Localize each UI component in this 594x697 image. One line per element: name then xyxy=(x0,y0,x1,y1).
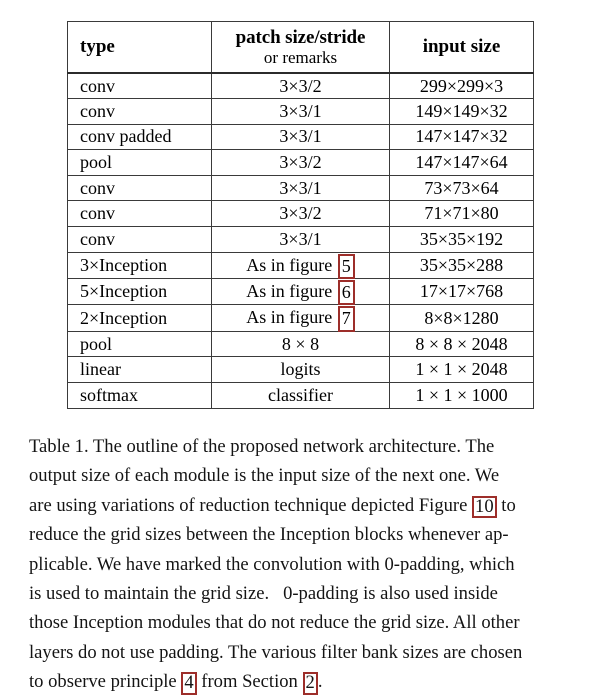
table-row: 2×Inception As in figure 7 8×8×1280 xyxy=(67,304,534,332)
cell-patch-size: classifier xyxy=(211,381,390,409)
table-row: pool 8 × 88 × 8 × 2048 xyxy=(67,330,534,358)
cell-layer-type: 2×Inception xyxy=(67,304,212,332)
caption-line-text-mid: from Section xyxy=(201,671,298,693)
caption-line-text: are using variations of reduction techni… xyxy=(29,494,468,516)
table-row: conv 3×3/2 299×299×3 xyxy=(67,72,534,100)
caption-line-text-tail: to xyxy=(501,494,516,516)
table-row: softmax classifier 1 × 1 × 1000 xyxy=(67,381,534,409)
column-header-patch-size-line2: or remarks xyxy=(263,47,338,67)
cell-patch-size: logits xyxy=(211,356,390,383)
table-row: 3×Inception As in figure 5 35×35×288 xyxy=(67,251,534,280)
architecture-table: type patch size/stride or remarks input … xyxy=(67,21,534,409)
cell-patch-size: 3×3/2 xyxy=(211,149,390,176)
caption-line-text: to observe principle xyxy=(29,671,177,693)
caption-line-text: reduce the grid sizes between the Incept… xyxy=(29,524,509,546)
paper-page: type patch size/stride or remarks input … xyxy=(0,0,594,695)
caption-line-text-tail: We xyxy=(474,465,500,487)
cell-input-size: 8 × 8 × 2048 xyxy=(389,330,534,358)
cell-layer-type: 3×Inception xyxy=(67,251,212,280)
cell-patch-size: As in figure 6 xyxy=(211,278,390,306)
column-header-patch-size-line1: patch size/stride xyxy=(235,26,366,48)
cell-input-size: 147×147×64 xyxy=(389,149,534,176)
caption-line: those Inception modules that do not redu… xyxy=(29,608,566,637)
cell-input-size: 147×147×32 xyxy=(389,123,534,151)
cell-layer-type: conv xyxy=(67,200,212,228)
cell-patch-size-text: As in figure xyxy=(246,254,333,275)
cell-layer-type: 5×Inception xyxy=(67,278,212,306)
table-header: type patch size/stride or remarks input … xyxy=(67,21,534,74)
cell-patch-size-text: As in figure xyxy=(246,307,333,328)
cell-layer-type: linear xyxy=(67,356,212,383)
cell-patch-size-text: As in figure xyxy=(246,281,333,302)
table-row: pool 3×3/2 147×147×64 xyxy=(67,149,534,176)
cell-layer-type: softmax xyxy=(67,381,212,409)
cell-patch-size: 3×3/2 xyxy=(211,72,390,100)
caption-line: is used to maintain the grid size. 0-pad… xyxy=(29,579,566,608)
cell-patch-size: As in figure 5 xyxy=(211,251,390,280)
caption-line: reduce the grid sizes between the Incept… xyxy=(29,520,566,549)
caption-line-text: Table 1. The outline of the proposed net… xyxy=(29,436,462,457)
table-row: conv 3×3/2 71×71×80 xyxy=(67,200,534,228)
cell-input-size: 17×17×768 xyxy=(389,278,534,306)
cell-patch-size: 3×3/1 xyxy=(211,98,390,125)
cell-input-size: 71×71×80 xyxy=(389,200,534,228)
cell-patch-size: 3×3/1 xyxy=(211,123,390,151)
cell-input-size: 8×8×1280 xyxy=(389,304,534,332)
cell-patch-size: 3×3/2 xyxy=(211,200,390,228)
cell-patch-size: 8 × 8 xyxy=(211,330,390,358)
table-row: 5×Inception As in figure 6 17×17×768 xyxy=(67,278,534,306)
cell-patch-size: 3×3/1 xyxy=(211,226,390,253)
caption-line: Table 1. The outline of the proposed net… xyxy=(29,432,566,461)
cell-input-size: 149×149×32 xyxy=(389,98,534,125)
column-header-input-size: input size xyxy=(389,21,534,74)
figure-reference-link[interactable]: 10 xyxy=(472,495,497,519)
caption-period: . xyxy=(317,671,323,693)
cell-input-size: 1 × 1 × 2048 xyxy=(389,356,534,383)
caption-line: output size of each module is the input … xyxy=(29,461,566,490)
cell-layer-type: pool xyxy=(67,330,212,358)
caption-line-text: those Inception modules that do not redu… xyxy=(29,612,520,634)
architecture-table-container: type patch size/stride or remarks input … xyxy=(67,21,534,409)
column-header-patch-size: patch size/stride or remarks xyxy=(211,21,390,74)
cell-input-size: 35×35×288 xyxy=(389,251,534,280)
table-caption: Table 1. The outline of the proposed net… xyxy=(29,432,566,697)
cell-layer-type: pool xyxy=(67,149,212,176)
cell-layer-type: conv xyxy=(67,98,212,125)
cell-layer-type: conv xyxy=(67,174,212,202)
table-row: conv 3×3/1 149×149×32 xyxy=(67,98,534,125)
caption-line-text: output size of each module is the input … xyxy=(29,465,471,487)
caption-line-text: is used to maintain the grid size. 0-pad… xyxy=(29,583,498,605)
table-row: conv 3×3/1 73×73×64 xyxy=(67,174,534,202)
table-row: conv 3×3/1 35×35×192 xyxy=(67,226,534,253)
column-header-type: type xyxy=(67,21,212,74)
caption-line: plicable. We have marked the convolution… xyxy=(29,550,566,579)
table-body: conv 3×3/2 299×299×3 conv 3×3/1 149×149×32 con… xyxy=(67,72,534,409)
cell-patch-size: 3×3/1 xyxy=(211,174,390,202)
cell-patch-size: As in figure 7 xyxy=(211,304,390,332)
table-row: conv padded 3×3/1 147×147×32 xyxy=(67,123,534,151)
caption-line: to observe principle 4 from Section 2. xyxy=(29,667,566,696)
figure-reference-link[interactable]: 7 xyxy=(337,306,355,332)
caption-line-text: plicable. We have marked the convolution… xyxy=(29,553,515,575)
cell-input-size: 299×299×3 xyxy=(389,72,534,100)
cell-input-size: 73×73×64 xyxy=(389,174,534,202)
table-header-row: type patch size/stride or remarks input … xyxy=(67,21,534,74)
caption-line: layers do not use padding. The various f… xyxy=(29,638,566,667)
cell-input-size: 1 × 1 × 1000 xyxy=(389,381,534,409)
caption-line-text: layers do not use padding. The various f… xyxy=(29,641,523,663)
caption-line-text-tail: The xyxy=(465,436,495,457)
figure-reference-link[interactable]: 6 xyxy=(337,280,355,306)
figure-reference-link[interactable]: 5 xyxy=(337,253,355,280)
cell-layer-type: conv xyxy=(67,226,212,253)
caption-line: are using variations of reduction techni… xyxy=(29,491,566,520)
cell-layer-type: conv xyxy=(67,72,212,100)
cell-input-size: 35×35×192 xyxy=(389,226,534,253)
cell-layer-type: conv padded xyxy=(67,123,212,151)
table-row: linear logits 1 × 1 × 2048 xyxy=(67,356,534,383)
